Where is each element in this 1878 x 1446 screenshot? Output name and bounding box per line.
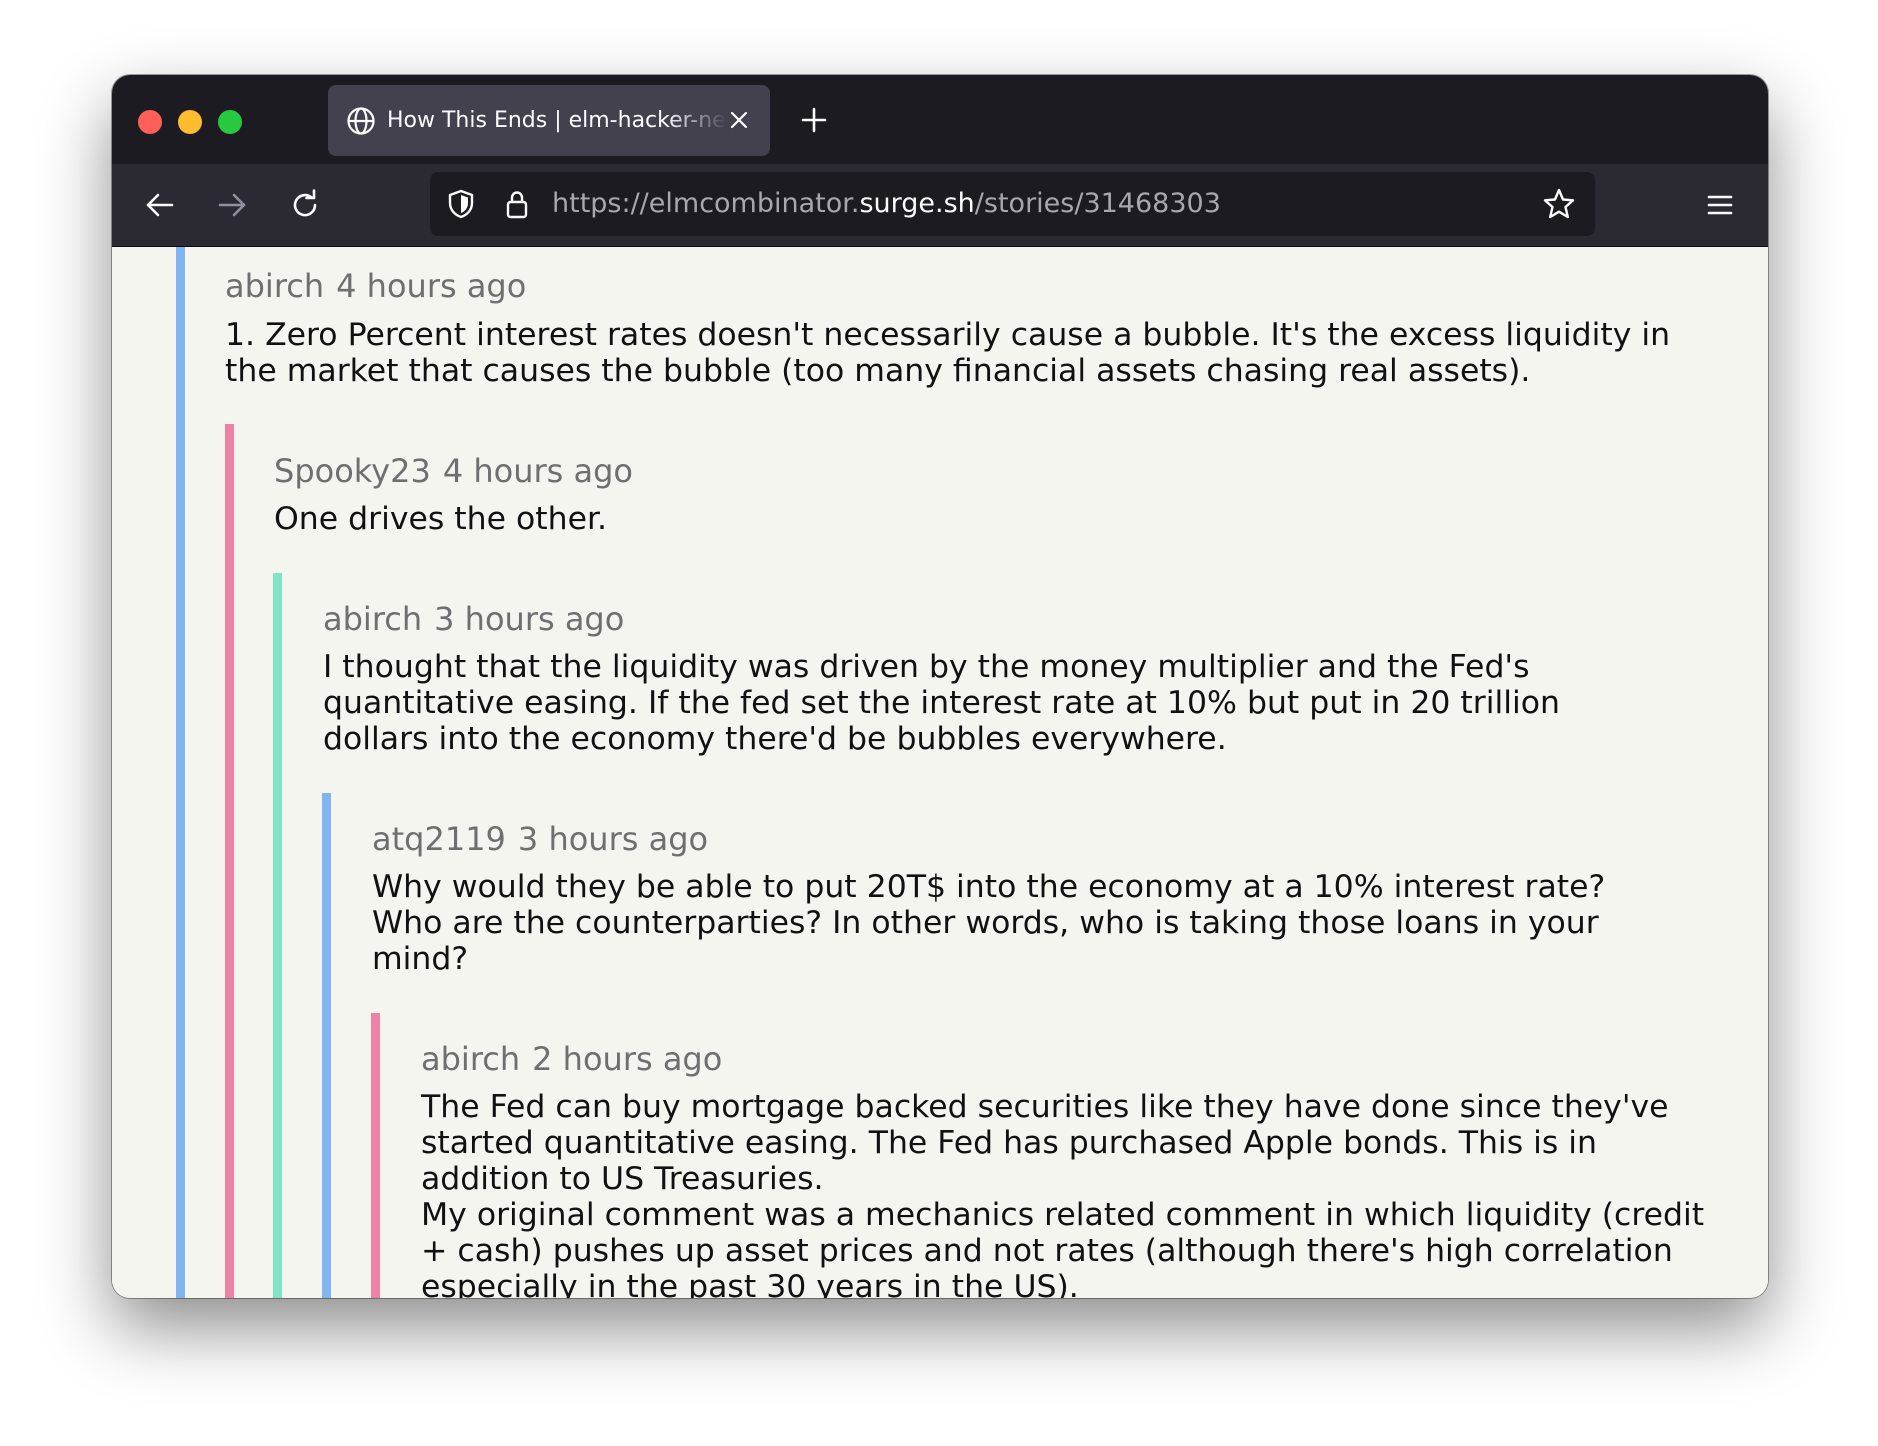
comment-meta: Spooky23 4 hours ago [274, 452, 633, 490]
thread-bar-level-4 [322, 793, 331, 1298]
comment-author[interactable]: atq2119 [372, 820, 506, 858]
reload-icon[interactable] [287, 187, 323, 223]
comment-text: I thought that the liquidity was driven … [323, 649, 1560, 757]
comment-text: One drives the other. [274, 501, 608, 537]
page-content: abirch 4 hours ago 1. Zero Percent intere… [112, 247, 1768, 1298]
comment-meta: abirch 2 hours ago [421, 1040, 722, 1078]
thread-bar-level-5 [371, 1013, 380, 1298]
zoom-window-button[interactable] [218, 110, 242, 134]
comment-time[interactable]: 3 hours ago [434, 600, 624, 638]
comment-time[interactable]: 4 hours ago [336, 267, 526, 305]
comment-time[interactable]: 2 hours ago [532, 1040, 722, 1078]
tracking-protection-shield-icon[interactable] [444, 187, 478, 221]
comment-text: The Fed can buy mortgage backed securiti… [421, 1089, 1669, 1197]
comment-text: 1. Zero Percent interest rates doesn't n… [225, 317, 1671, 389]
bookmark-star-icon[interactable] [1541, 186, 1577, 222]
hamburger-menu-icon[interactable] [1702, 187, 1738, 223]
comment-author[interactable]: Spooky23 [274, 452, 431, 490]
comment-author[interactable]: abirch [421, 1040, 520, 1078]
title-bar: How This Ends | elm-hacker-news [112, 75, 1768, 164]
thread-bar-level-1 [176, 247, 185, 1298]
forward-arrow-icon[interactable] [214, 187, 250, 223]
browser-window: How This Ends | elm-hacker-news https://… [112, 75, 1768, 1298]
comment-meta: abirch 3 hours ago [323, 600, 624, 638]
url-path: /stories/31468303 [974, 188, 1221, 219]
comment-text: My original comment was a mechanics rela… [421, 1197, 1705, 1298]
url-prefix: https://elmcombinator. [552, 188, 860, 219]
globe-icon [347, 107, 375, 135]
comment-meta: atq2119 3 hours ago [372, 820, 708, 858]
active-tab[interactable]: How This Ends | elm-hacker-news [328, 85, 770, 156]
minimize-window-button[interactable] [178, 110, 202, 134]
navigation-toolbar: https://elmcombinator.surge.sh/stories/3… [112, 164, 1768, 247]
comment-author[interactable]: abirch [323, 600, 422, 638]
url-text[interactable]: https://elmcombinator.surge.sh/stories/3… [552, 172, 1221, 236]
address-bar[interactable]: https://elmcombinator.surge.sh/stories/3… [430, 172, 1595, 236]
comment-time[interactable]: 3 hours ago [518, 820, 708, 858]
tab-title: How This Ends | elm-hacker-news [387, 108, 727, 133]
comment-time[interactable]: 4 hours ago [443, 452, 633, 490]
lock-icon[interactable] [500, 187, 534, 221]
comment-author[interactable]: abirch [225, 267, 324, 305]
thread-bar-level-3 [273, 573, 282, 1298]
comment-text: Why would they be able to put 20T$ into … [372, 869, 1606, 977]
comment-meta: abirch 4 hours ago [225, 267, 526, 305]
back-arrow-icon[interactable] [142, 187, 178, 223]
close-tab-icon[interactable] [726, 107, 752, 133]
thread-bar-level-2 [225, 424, 234, 1298]
new-tab-plus-icon[interactable] [798, 104, 830, 136]
close-window-button[interactable] [138, 110, 162, 134]
url-host: surge.sh [859, 188, 975, 219]
